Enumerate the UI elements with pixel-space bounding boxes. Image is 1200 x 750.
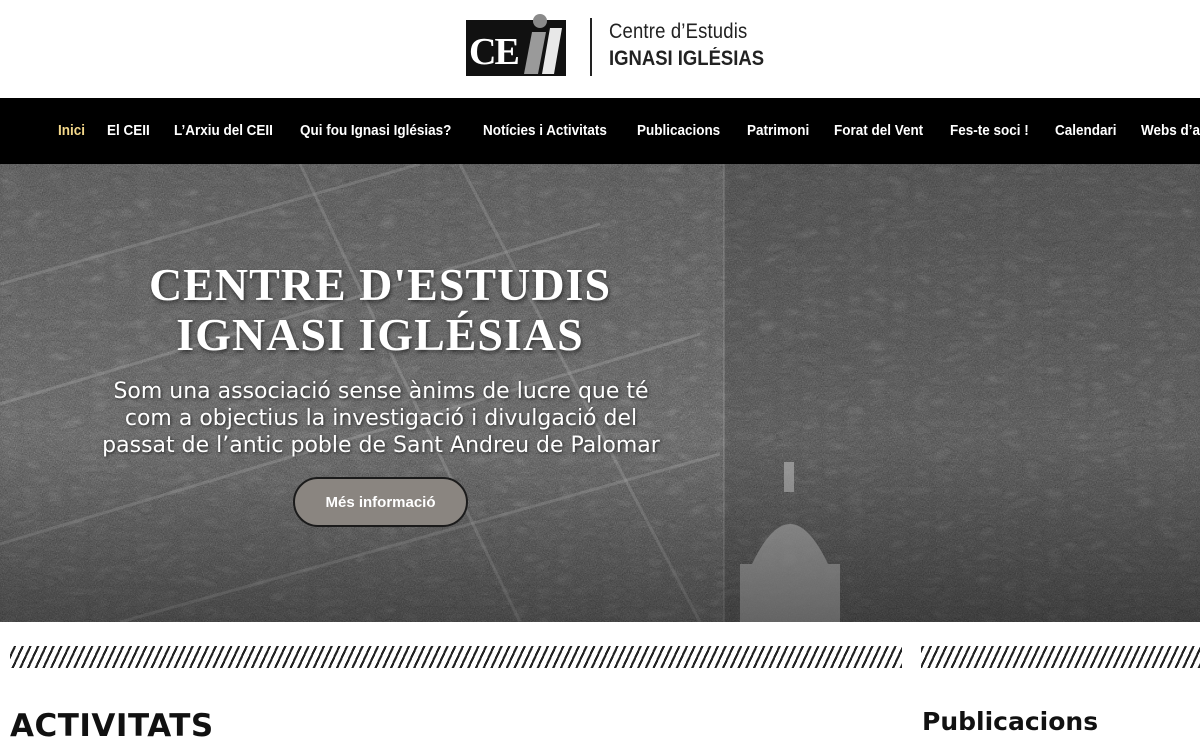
hero-title-line2: IGNASI IGLÉSIAS (176, 309, 584, 360)
hero-banner: CENTRE D'ESTUDIS IGNASI IGLÉSIAS Som una… (0, 164, 1200, 622)
nav-item-noticies[interactable]: Notícies i Activitats (483, 123, 607, 139)
hero-subtitle-line2: com a objectius la investigació i divulg… (124, 406, 638, 431)
activitats-heading: ACTIVITATS (10, 708, 214, 744)
hero-subtitle-line3: passat de l’antic poble de Sant Andreu d… (102, 433, 660, 458)
nav-item-el-ceii[interactable]: El CEII (107, 123, 150, 139)
section-divider-stripes-main (10, 646, 902, 668)
site-header: CE Centre d’Estudis IGNASI IGLÉSIAS (0, 0, 1200, 98)
nav-item-calendari[interactable]: Calendari (1055, 123, 1116, 139)
hero-subtitle: Som una associació sense ànims de lucre … (56, 378, 706, 459)
ceii-logo-icon: CE (466, 14, 566, 76)
svg-text:CE: CE (469, 31, 518, 73)
main-navigation: Inici El CEII L’Arxiu del CEII Qui fou I… (0, 98, 1200, 164)
nav-item-patrimoni[interactable]: Patrimoni (747, 123, 809, 139)
more-info-button[interactable]: Més informació (293, 477, 468, 527)
site-logo[interactable]: CE Centre d’Estudis IGNASI IGLÉSIAS (466, 14, 764, 80)
publicacions-heading: Publicacions (922, 707, 1099, 736)
nav-list: Inici El CEII L’Arxiu del CEII Qui fou I… (58, 98, 1200, 164)
logo-line1: Centre d’Estudis (609, 20, 748, 43)
nav-item-qui-fou[interactable]: Qui fou Ignasi Iglésias? (300, 123, 451, 139)
logo-line2: IGNASI IGLÉSIAS (609, 47, 765, 70)
nav-item-publicacions[interactable]: Publicacions (637, 123, 720, 139)
nav-item-forat-del-vent[interactable]: Forat del Vent (834, 123, 923, 139)
nav-item-webs-amics[interactable]: Webs d’amics (1141, 123, 1200, 139)
nav-item-inici[interactable]: Inici (58, 123, 85, 139)
logo-divider (590, 18, 592, 76)
nav-item-fes-te-soci[interactable]: Fes-te soci ! (950, 123, 1029, 139)
hero-subtitle-line1: Som una associació sense ànims de lucre … (113, 379, 649, 404)
section-divider-stripes-sidebar (921, 646, 1200, 668)
hero-title-line1: CENTRE D'ESTUDIS (148, 259, 612, 310)
hero-title: CENTRE D'ESTUDIS IGNASI IGLÉSIAS (80, 260, 680, 360)
nav-item-arxiu[interactable]: L’Arxiu del CEII (174, 123, 273, 139)
